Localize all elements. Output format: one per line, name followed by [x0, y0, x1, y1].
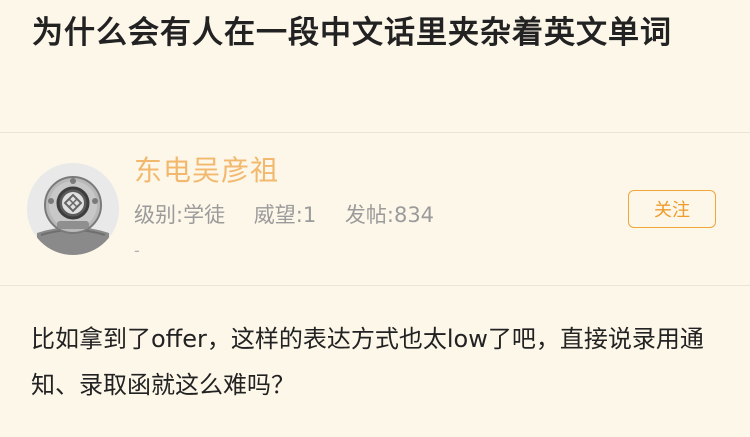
diving-helmet-icon [27, 163, 119, 255]
post-title: 为什么会有人在一段中文话里夹杂着英文单词 [32, 15, 672, 51]
author-name[interactable]: 东电吴彦祖 [134, 149, 279, 189]
author-post-count: 发帖:834 [344, 203, 435, 227]
author-stats: 级别:学徒 威望:1 发帖:834 [134, 199, 456, 229]
author-level: 级别:学徒 [134, 203, 226, 227]
post-title-container: 为什么会有人在一段中文话里夹杂着英文单词 [32, 10, 722, 56]
avatar[interactable] [27, 163, 119, 255]
author-signature: - [134, 241, 140, 260]
author-prestige: 威望:1 [253, 203, 317, 227]
author-panel: 东电吴彦祖 级别:学徒 威望:1 发帖:834 - 关注 [0, 133, 750, 285]
post-body: 比如拿到了offer，这样的表达方式也太low了吧，直接说录用通知、录取函就这么… [31, 325, 704, 399]
divider [0, 285, 750, 286]
follow-button[interactable]: 关注 [628, 190, 716, 228]
